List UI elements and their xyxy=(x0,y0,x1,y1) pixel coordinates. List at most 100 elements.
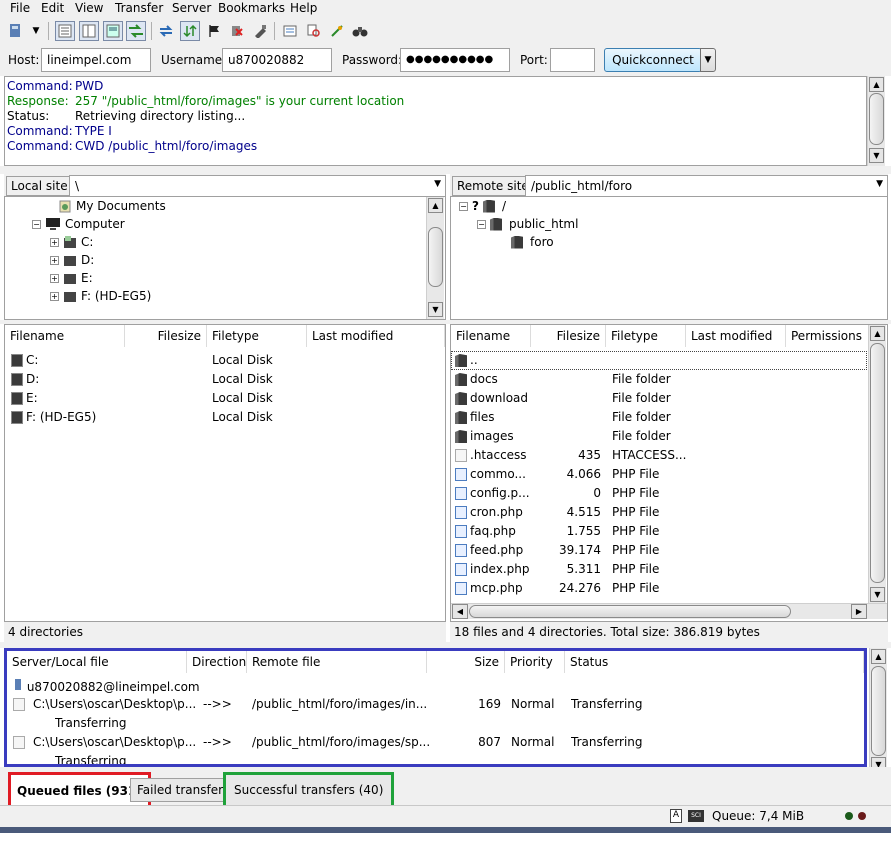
menu-help[interactable]: Help xyxy=(290,1,317,15)
site-manager-icon[interactable] xyxy=(5,21,25,41)
column-header-filetype[interactable]: Filetype xyxy=(606,325,686,347)
compare-directories-icon[interactable] xyxy=(304,21,324,41)
tree-item-my-documents[interactable]: My Documents xyxy=(45,199,166,213)
collapse-icon[interactable]: − xyxy=(477,219,486,229)
menu-bookmarks[interactable]: Bookmarks xyxy=(218,1,285,15)
table-row[interactable]: commo... 4.066 PHP File xyxy=(451,465,867,484)
tree-item-drive-e[interactable]: + E: xyxy=(50,271,93,285)
table-row[interactable]: .htaccess 435 HTACCESS... xyxy=(451,446,867,465)
expand-icon[interactable]: + xyxy=(50,237,59,247)
scroll-left-icon[interactable]: ◀ xyxy=(452,604,468,619)
refresh-icon[interactable] xyxy=(156,21,176,41)
scroll-up-icon[interactable]: ▲ xyxy=(428,198,443,213)
menu-transfer[interactable]: Transfer xyxy=(115,1,163,15)
column-header-filesize[interactable]: Filesize xyxy=(531,325,606,347)
menu-edit[interactable]: Edit xyxy=(41,1,64,15)
table-row[interactable]: cron.php 4.515 PHP File xyxy=(451,503,867,522)
queue-scrollbar[interactable]: ▲ ▼ xyxy=(869,648,887,774)
host-input[interactable]: lineimpel.com xyxy=(41,48,151,72)
column-header-filetype[interactable]: Filetype xyxy=(207,325,307,347)
column-header-last-modified[interactable]: Last modified xyxy=(307,325,445,347)
expand-icon[interactable]: + xyxy=(50,273,59,283)
scroll-down-icon[interactable]: ▼ xyxy=(428,302,443,317)
synchronized-browsing-icon[interactable] xyxy=(327,21,347,41)
table-row[interactable]: feed.php 39.174 PHP File xyxy=(451,541,867,560)
column-header-filesize[interactable]: Filesize xyxy=(125,325,207,347)
tree-item-public-html[interactable]: − public_html xyxy=(477,217,578,231)
collapse-icon[interactable]: − xyxy=(32,219,41,229)
table-row[interactable]: config.p... 0 PHP File xyxy=(451,484,867,503)
table-row[interactable]: images File folder xyxy=(451,427,867,446)
table-row[interactable]: files File folder xyxy=(451,408,867,427)
scroll-down-icon[interactable]: ▼ xyxy=(870,587,885,602)
table-row[interactable]: C: Local Disk xyxy=(5,351,445,370)
cancel-operation-icon[interactable] xyxy=(204,21,224,41)
scroll-down-icon[interactable]: ▼ xyxy=(869,148,884,163)
column-header-status[interactable]: Status xyxy=(565,651,864,673)
local-tree-scrollbar[interactable]: ▲ ▼ xyxy=(426,197,444,319)
tab-failed-transfers[interactable]: Failed transfers xyxy=(130,778,237,802)
column-header-filename[interactable]: Filename xyxy=(451,325,531,347)
tree-item-root[interactable]: −? / xyxy=(459,199,506,213)
scroll-up-icon[interactable]: ▲ xyxy=(870,326,885,341)
scroll-thumb[interactable] xyxy=(870,343,885,583)
scroll-thumb[interactable] xyxy=(469,605,791,618)
column-header-direction[interactable]: Direction xyxy=(187,651,247,673)
quickconnect-dropdown-icon[interactable]: ▼ xyxy=(700,48,716,72)
column-header-last-modified[interactable]: Last modified xyxy=(686,325,786,347)
chevron-down-icon[interactable]: ▼ xyxy=(876,179,883,189)
scroll-thumb[interactable] xyxy=(869,93,884,145)
menu-server[interactable]: Server xyxy=(172,1,211,15)
table-row[interactable]: mcp.php 24.276 PHP File xyxy=(451,579,867,598)
column-header-priority[interactable]: Priority xyxy=(505,651,565,673)
password-input[interactable]: ●●●●●●●●●● xyxy=(400,48,510,72)
table-row[interactable]: D: Local Disk xyxy=(5,370,445,389)
column-header-filename[interactable]: Filename xyxy=(5,325,125,347)
table-row[interactable]: index.php 5.311 PHP File xyxy=(451,560,867,579)
toggle-local-tree-icon[interactable] xyxy=(79,21,99,41)
queue-server-row[interactable]: u870020882@lineimpel.com xyxy=(7,676,864,695)
column-header-remote-file[interactable]: Remote file xyxy=(247,651,427,673)
scroll-thumb[interactable] xyxy=(871,666,886,756)
scroll-right-icon[interactable]: ▶ xyxy=(851,604,867,619)
search-files-icon[interactable] xyxy=(350,21,370,41)
expand-icon[interactable]: + xyxy=(50,255,59,265)
column-header-server-local-file[interactable]: Server/Local file xyxy=(7,651,187,673)
table-row[interactable]: F: (HD-EG5) Local Disk xyxy=(5,408,445,427)
process-queue-icon[interactable] xyxy=(180,21,200,41)
remote-list-hscrollbar[interactable]: ◀ ▶ xyxy=(451,603,887,619)
table-row[interactable]: download File folder xyxy=(451,389,867,408)
site-manager-dropdown-icon[interactable]: ▼ xyxy=(30,21,42,41)
chevron-down-icon[interactable]: ▼ xyxy=(434,179,441,189)
reconnect-icon[interactable] xyxy=(250,21,270,41)
menu-view[interactable]: View xyxy=(75,1,103,15)
tree-item-foro[interactable]: foro xyxy=(511,235,554,249)
tree-item-drive-f[interactable]: + F: (HD-EG5) xyxy=(50,289,151,303)
tab-successful-transfers[interactable]: Successful transfers (40) xyxy=(223,772,395,808)
table-row[interactable]: E: Local Disk xyxy=(5,389,445,408)
remote-list-scrollbar[interactable]: ▲ ▼ xyxy=(868,325,886,605)
tree-item-drive-c[interactable]: + C: xyxy=(50,235,93,249)
queue-item[interactable]: C:\Users\oscar\Desktop\p... -->> /public… xyxy=(7,733,864,752)
toggle-log-icon[interactable] xyxy=(55,21,75,41)
column-header-size[interactable]: Size xyxy=(427,651,505,673)
table-row[interactable]: faq.php 1.755 PHP File xyxy=(451,522,867,541)
username-input[interactable]: u870020882 xyxy=(222,48,332,72)
scroll-thumb[interactable] xyxy=(428,227,443,287)
directory-listing-filters-icon[interactable] xyxy=(280,21,300,41)
remote-site-path[interactable]: /public_html/foro ▼ xyxy=(525,175,888,197)
local-site-path[interactable]: \ ▼ xyxy=(69,175,446,197)
table-row[interactable]: .. xyxy=(451,351,867,370)
expand-icon[interactable]: + xyxy=(50,291,59,301)
toggle-remote-tree-icon[interactable] xyxy=(103,21,123,41)
menu-file[interactable]: File xyxy=(10,1,30,15)
scroll-up-icon[interactable]: ▲ xyxy=(869,77,884,92)
tree-item-drive-d[interactable]: + D: xyxy=(50,253,94,267)
port-input[interactable] xyxy=(550,48,595,72)
collapse-icon[interactable]: − xyxy=(459,201,468,211)
disconnect-icon[interactable] xyxy=(227,21,247,41)
column-header-permissions[interactable]: Permissions xyxy=(786,325,869,347)
queue-item[interactable]: C:\Users\oscar\Desktop\p... -->> /public… xyxy=(7,695,864,714)
table-row[interactable]: docs File folder xyxy=(451,370,867,389)
log-scrollbar[interactable]: ▲ ▼ xyxy=(867,76,885,166)
